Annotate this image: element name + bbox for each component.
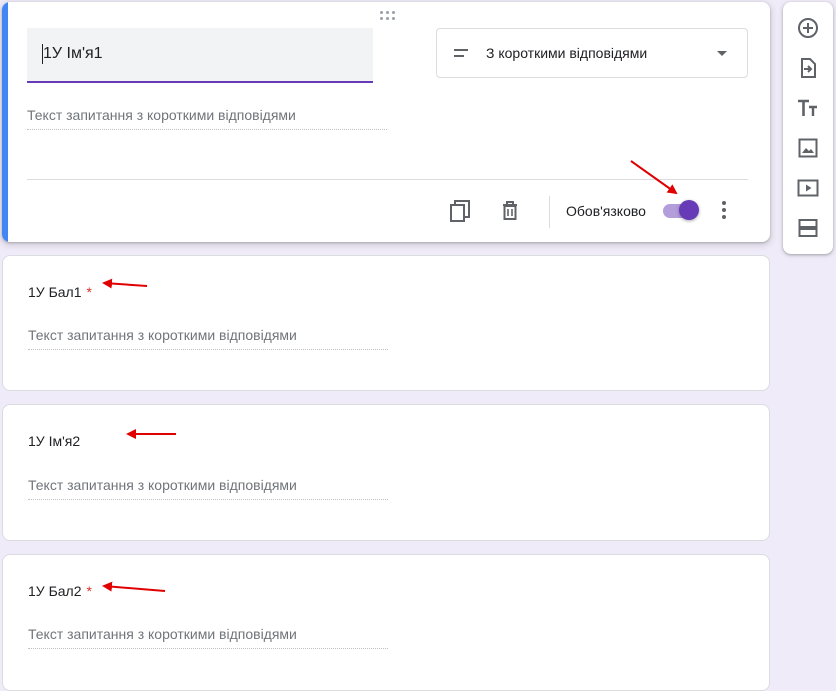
delete-icon[interactable]: [496, 197, 524, 225]
question-card[interactable]: 1У Бал1 * Текст запитання з короткими від…: [2, 255, 770, 391]
answer-placeholder: Текст запитання з короткими відповідями: [28, 327, 388, 350]
question-title-field[interactable]: 1У Ім'я1: [27, 28, 373, 83]
duplicate-icon[interactable]: [447, 197, 475, 225]
card-footer-divider: [27, 179, 748, 180]
question-title-text: 1У Бал2: [28, 583, 82, 599]
side-toolbar: [783, 2, 833, 254]
short-answer-icon: [454, 47, 472, 61]
answer-placeholder: Текст запитання з короткими відповідями: [28, 477, 388, 500]
footer-vertical-divider: [549, 196, 550, 228]
question-title: 1У Бал1 *: [28, 284, 92, 300]
active-card-accent-bar: [2, 2, 8, 242]
answer-placeholder: Текст запитання з короткими відповідями: [28, 626, 388, 649]
add-video-icon[interactable]: [796, 176, 820, 200]
add-question-icon[interactable]: [796, 16, 820, 40]
question-card[interactable]: 1У Ім'я2 Текст запитання з короткими від…: [2, 404, 770, 541]
more-options-icon[interactable]: [714, 200, 734, 222]
question-type-label: З короткими відповідями: [486, 45, 648, 61]
question-title: 1У Бал2 *: [28, 583, 92, 599]
required-star: *: [86, 583, 92, 599]
add-section-icon[interactable]: [796, 216, 820, 240]
question-title-text: 1У Бал1: [28, 284, 82, 300]
required-star: *: [86, 284, 92, 300]
dropdown-arrow-icon: [717, 51, 727, 56]
question-title-input[interactable]: 1У Ім'я1: [43, 45, 103, 63]
question-type-dropdown[interactable]: З короткими відповідями: [436, 28, 748, 78]
import-questions-icon[interactable]: [796, 56, 820, 80]
add-image-icon[interactable]: [796, 136, 820, 160]
question-title: 1У Ім'я2: [28, 433, 85, 449]
drag-handle-icon[interactable]: [379, 10, 397, 22]
answer-placeholder: Текст запитання з короткими відповідями: [27, 107, 387, 130]
question-card[interactable]: 1У Бал2 * Текст запитання з короткими від…: [2, 554, 770, 691]
required-label: Обов'язково: [566, 203, 646, 219]
question-title-text: 1У Ім'я2: [28, 433, 81, 449]
add-title-icon[interactable]: [796, 96, 820, 120]
active-question-card[interactable]: 1У Ім'я1 З короткими відповідями Текст з…: [2, 2, 770, 242]
required-toggle-thumb[interactable]: [679, 200, 699, 220]
